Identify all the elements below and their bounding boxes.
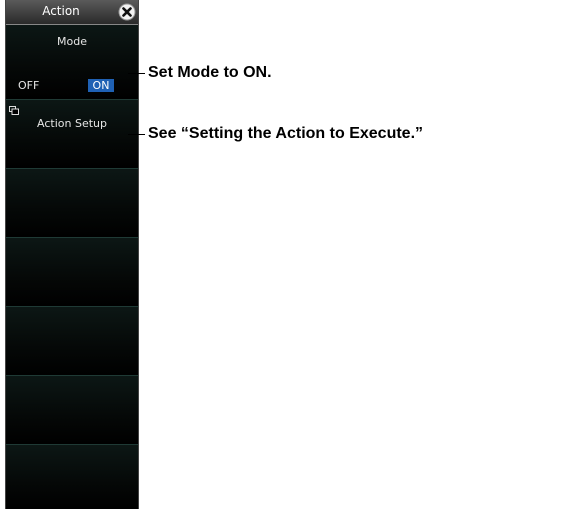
action-menu-panel: Action Mode OFF ON Action Setup — [5, 0, 139, 509]
empty-menu-slot — [6, 307, 138, 376]
empty-menu-slot — [6, 238, 138, 307]
mode-option-on[interactable]: ON — [88, 79, 114, 92]
empty-menu-slot — [6, 445, 138, 509]
empty-menu-slot — [6, 376, 138, 445]
action-setup-leader-line — [128, 134, 145, 135]
mode-leader-line — [128, 73, 145, 74]
action-setup-callout: See “Setting the Action to Execute.” — [148, 125, 424, 142]
action-setup-menu-item[interactable]: Action Setup — [6, 100, 138, 169]
empty-menu-slot — [6, 169, 138, 238]
action-setup-label: Action Setup — [37, 117, 107, 130]
mode-label: Mode — [57, 35, 87, 48]
submenu-icon — [9, 106, 19, 115]
mode-menu-item[interactable]: Mode OFF ON — [6, 25, 138, 100]
panel-title: Action — [42, 4, 80, 18]
mode-option-off[interactable]: OFF — [18, 79, 39, 92]
close-icon[interactable] — [118, 3, 136, 21]
mode-callout: Set Mode to ON. — [148, 64, 272, 81]
title-bar: Action — [6, 0, 138, 25]
